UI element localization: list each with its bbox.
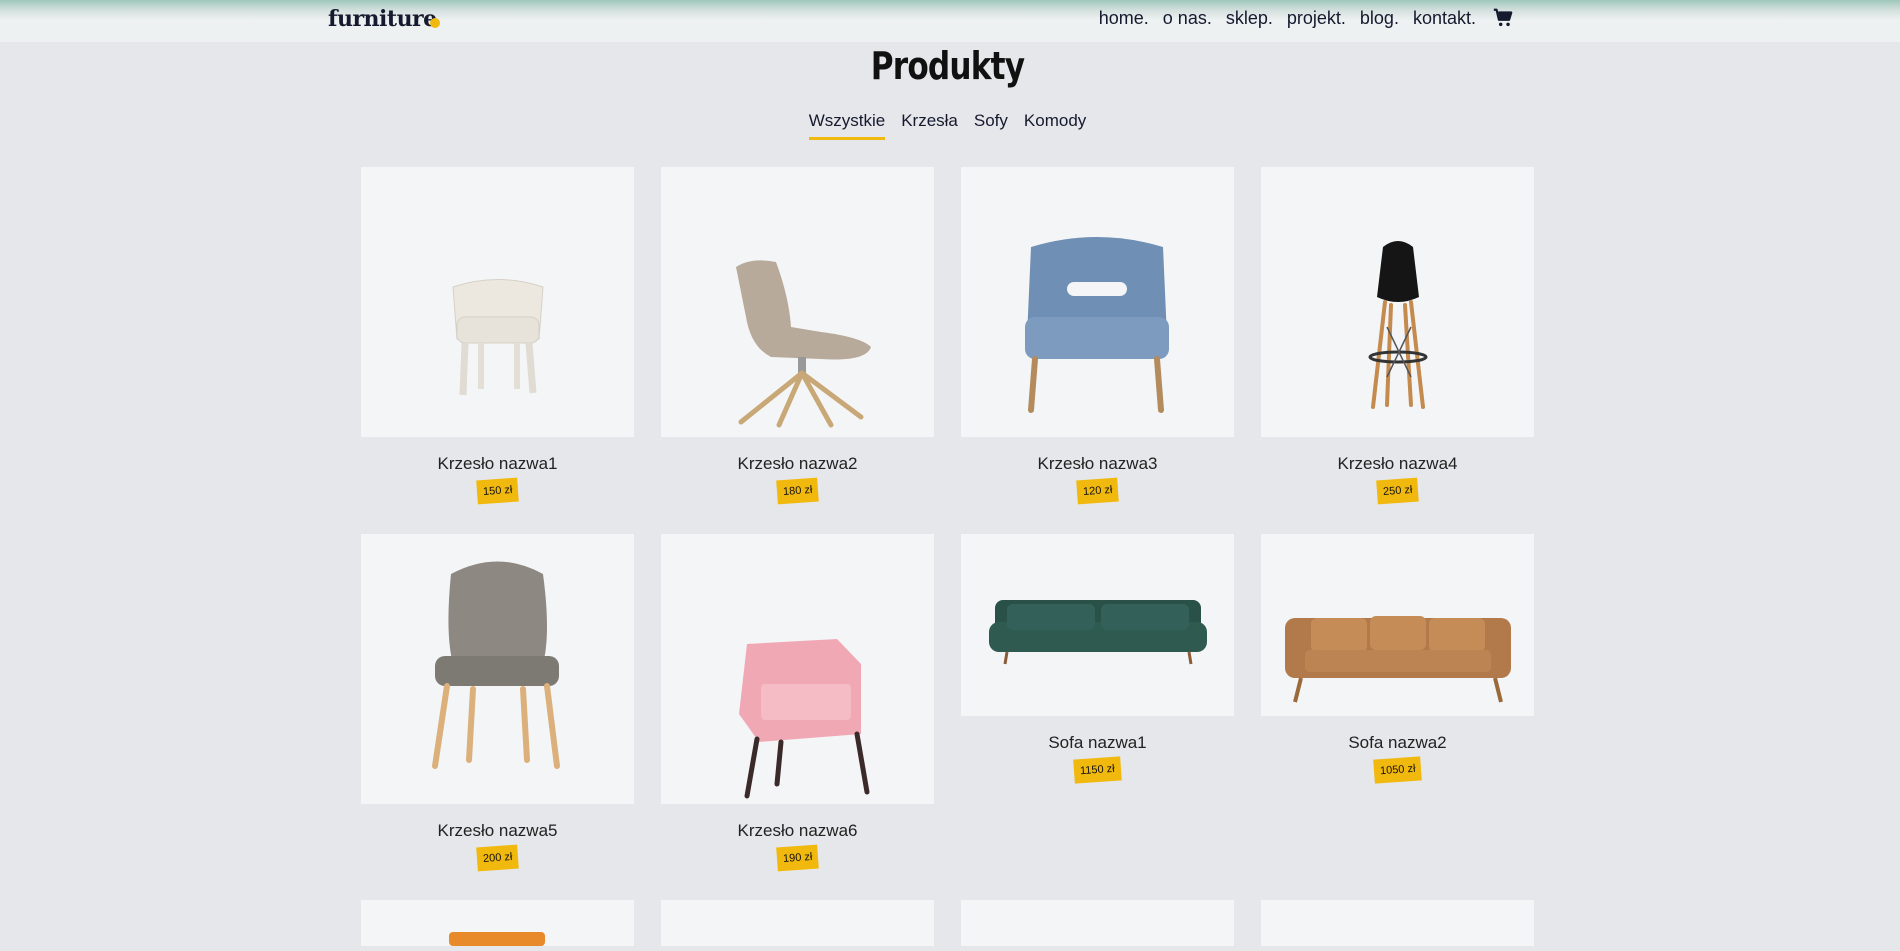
product-image[interactable] <box>361 167 634 437</box>
product-card[interactable]: Krzesło nazwa1 150 zł <box>361 167 634 505</box>
black-bar-stool-image <box>1368 241 1428 409</box>
tab-sofas[interactable]: Sofy <box>974 111 1008 140</box>
product-name[interactable]: Krzesło nazwa2 <box>661 454 934 474</box>
white-armchair-image <box>452 279 544 396</box>
top-navbar: furniture home. o nas. sklep. projekt. b… <box>0 0 1900 42</box>
beige-swivel-chair-image <box>736 260 871 428</box>
product-card[interactable]: Krzesło nazwa3 120 zł <box>961 167 1234 505</box>
tab-chairs[interactable]: Krzesła <box>901 111 958 140</box>
tab-dressers[interactable]: Komody <box>1024 111 1086 140</box>
price-badge: 150 zł <box>476 477 519 505</box>
price-badge: 250 zł <box>1376 477 1419 505</box>
logo-dot <box>430 18 440 28</box>
main-nav: home. o nas. sklep. projekt. blog. konta… <box>1099 7 1514 29</box>
product-name[interactable]: Krzesło nazwa3 <box>961 454 1234 474</box>
product-image[interactable] <box>961 167 1234 437</box>
page-title: Produkty <box>870 44 1025 88</box>
cart-icon[interactable] <box>1492 7 1514 29</box>
tab-all[interactable]: Wszystkie <box>808 111 886 140</box>
nav-about[interactable]: o nas. <box>1163 8 1212 29</box>
price-badge: 180 zł <box>776 477 819 505</box>
site-logo[interactable]: furniture <box>328 6 437 32</box>
product-card-partial[interactable] <box>361 900 634 946</box>
product-name[interactable]: Krzesło nazwa6 <box>661 821 934 841</box>
nav-blog[interactable]: blog. <box>1360 8 1399 29</box>
product-image[interactable] <box>961 534 1234 716</box>
grey-dining-chair-image <box>432 561 560 769</box>
category-tabs: Wszystkie Krzesła Sofy Komody <box>0 111 1895 140</box>
price-badge: 120 zł <box>1076 477 1119 505</box>
product-image[interactable] <box>1261 534 1534 716</box>
product-name[interactable]: Krzesło nazwa4 <box>1261 454 1534 474</box>
product-card[interactable]: Krzesło nazwa2 180 zł <box>661 167 934 505</box>
price-badge: 1050 zł <box>1372 756 1423 784</box>
product-image[interactable] <box>361 534 634 804</box>
nav-project[interactable]: projekt. <box>1287 8 1346 29</box>
product-name[interactable]: Sofa nazwa1 <box>961 733 1234 753</box>
price-badge: 1150 zł <box>1073 756 1122 784</box>
pink-armchair-image <box>739 639 870 799</box>
product-name[interactable]: Sofa nazwa2 <box>1261 733 1534 753</box>
product-name[interactable]: Krzesło nazwa5 <box>361 821 634 841</box>
product-card[interactable]: Sofa nazwa1 1150 zł <box>961 534 1234 784</box>
orange-product-image <box>449 932 545 946</box>
product-card[interactable]: Krzesło nazwa4 250 zł <box>1261 167 1534 505</box>
product-card[interactable]: Krzesło nazwa6 190 zł <box>661 534 934 872</box>
product-card-partial[interactable] <box>661 900 934 946</box>
nav-shop[interactable]: sklep. <box>1226 8 1273 29</box>
product-card[interactable]: Krzesło nazwa5 200 zł <box>361 534 634 872</box>
product-image[interactable] <box>661 167 934 437</box>
product-card[interactable]: Sofa nazwa2 1050 zł <box>1261 534 1534 784</box>
product-image[interactable] <box>1261 167 1534 437</box>
nav-home[interactable]: home. <box>1099 8 1149 29</box>
price-badge: 190 zł <box>776 844 819 872</box>
brown-leather-sofa-image <box>1285 616 1511 703</box>
product-image[interactable] <box>661 534 934 804</box>
product-card-partial[interactable] <box>1261 900 1534 946</box>
product-name[interactable]: Krzesło nazwa1 <box>361 454 634 474</box>
nav-contact[interactable]: kontakt. <box>1413 8 1476 29</box>
price-badge: 200 zł <box>476 844 519 872</box>
blue-armchair-image <box>1025 237 1169 413</box>
product-card-partial[interactable] <box>961 900 1234 946</box>
green-sofa-image <box>989 600 1207 665</box>
